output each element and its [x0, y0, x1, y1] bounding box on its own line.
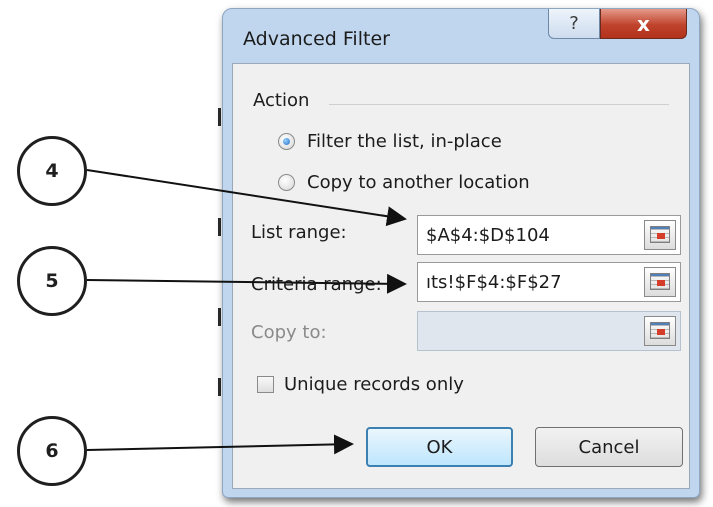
- callout-5: 5: [17, 246, 87, 316]
- arrow-4: [86, 169, 407, 227]
- callout-arrows: [86, 169, 407, 455]
- callout-6: 6: [17, 416, 87, 486]
- callout-4: 4: [17, 136, 87, 206]
- arrow-6: [86, 434, 354, 455]
- arrow-5: [86, 273, 407, 294]
